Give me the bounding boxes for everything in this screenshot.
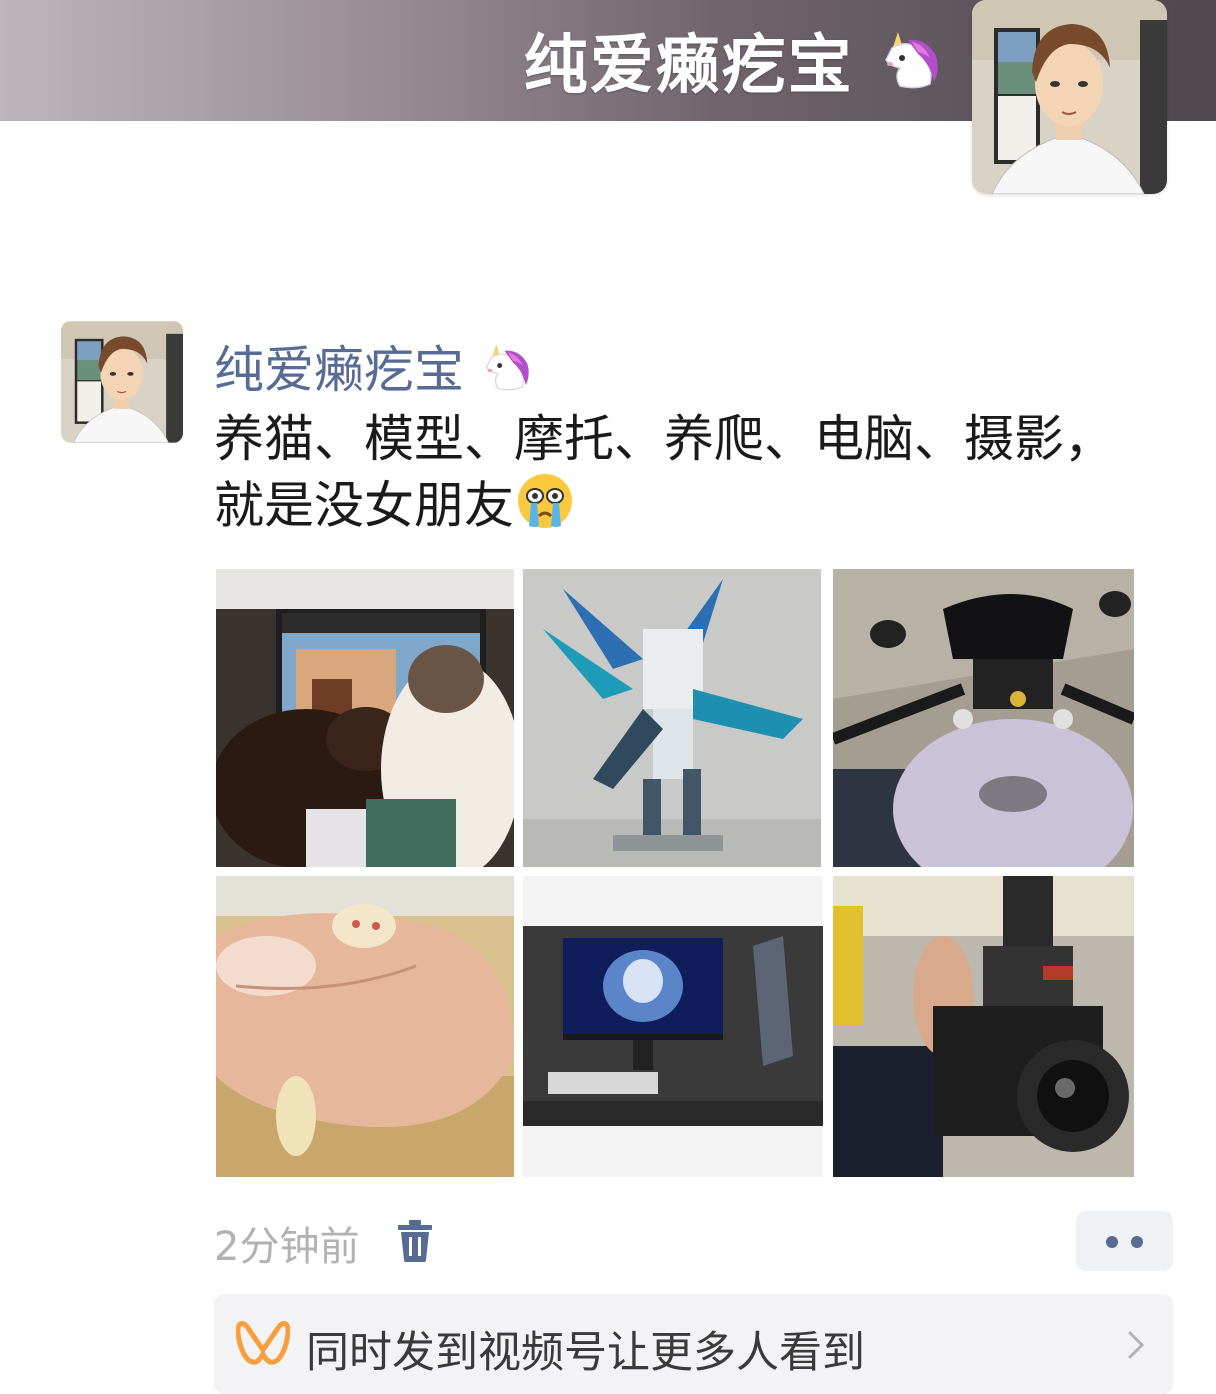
image-grid xyxy=(216,569,1134,1177)
photo-camera[interactable] xyxy=(833,876,1134,1177)
photo-mecha-model[interactable] xyxy=(523,569,821,867)
cover-username: 纯爱癞疙宝 xyxy=(524,14,944,108)
channels-banner-text: 同时发到视频号让更多人看到 xyxy=(306,1328,865,1378)
author-avatar[interactable] xyxy=(61,321,183,443)
crying-face-icon xyxy=(516,472,574,546)
cover-avatar[interactable] xyxy=(972,0,1167,194)
more-dot xyxy=(1131,1236,1143,1248)
cover-username-text: 纯爱癞疙宝 xyxy=(523,29,854,103)
unicorn-icon xyxy=(878,30,944,108)
more-dots-icon[interactable] xyxy=(1076,1211,1173,1271)
author-name[interactable]: 纯爱癞疙宝 xyxy=(214,330,534,406)
post-text: 养猫、模型、摩托、养爬、电脑、摄影，就是没女朋友 xyxy=(214,406,1144,546)
channels-icon xyxy=(235,1320,291,1370)
post-text-content: 养猫、模型、摩托、养爬、电脑、摄影，就是没女朋友 xyxy=(214,410,1114,535)
more-dot xyxy=(1106,1236,1118,1248)
post-time: 2分钟前 xyxy=(214,1224,360,1270)
share-to-channels-banner[interactable]: 同时发到视频号让更多人看到 xyxy=(214,1294,1173,1394)
photo-motorcycle[interactable] xyxy=(833,569,1134,867)
photo-computer-desk[interactable] xyxy=(523,876,823,1177)
trash-icon[interactable] xyxy=(398,1220,432,1266)
unicorn-icon xyxy=(480,342,534,406)
photo-cats[interactable] xyxy=(216,569,514,867)
photo-gecko[interactable] xyxy=(216,876,514,1177)
author-name-text[interactable]: 纯爱癞疙宝 xyxy=(214,341,464,399)
chevron-right-icon xyxy=(1127,1330,1145,1364)
